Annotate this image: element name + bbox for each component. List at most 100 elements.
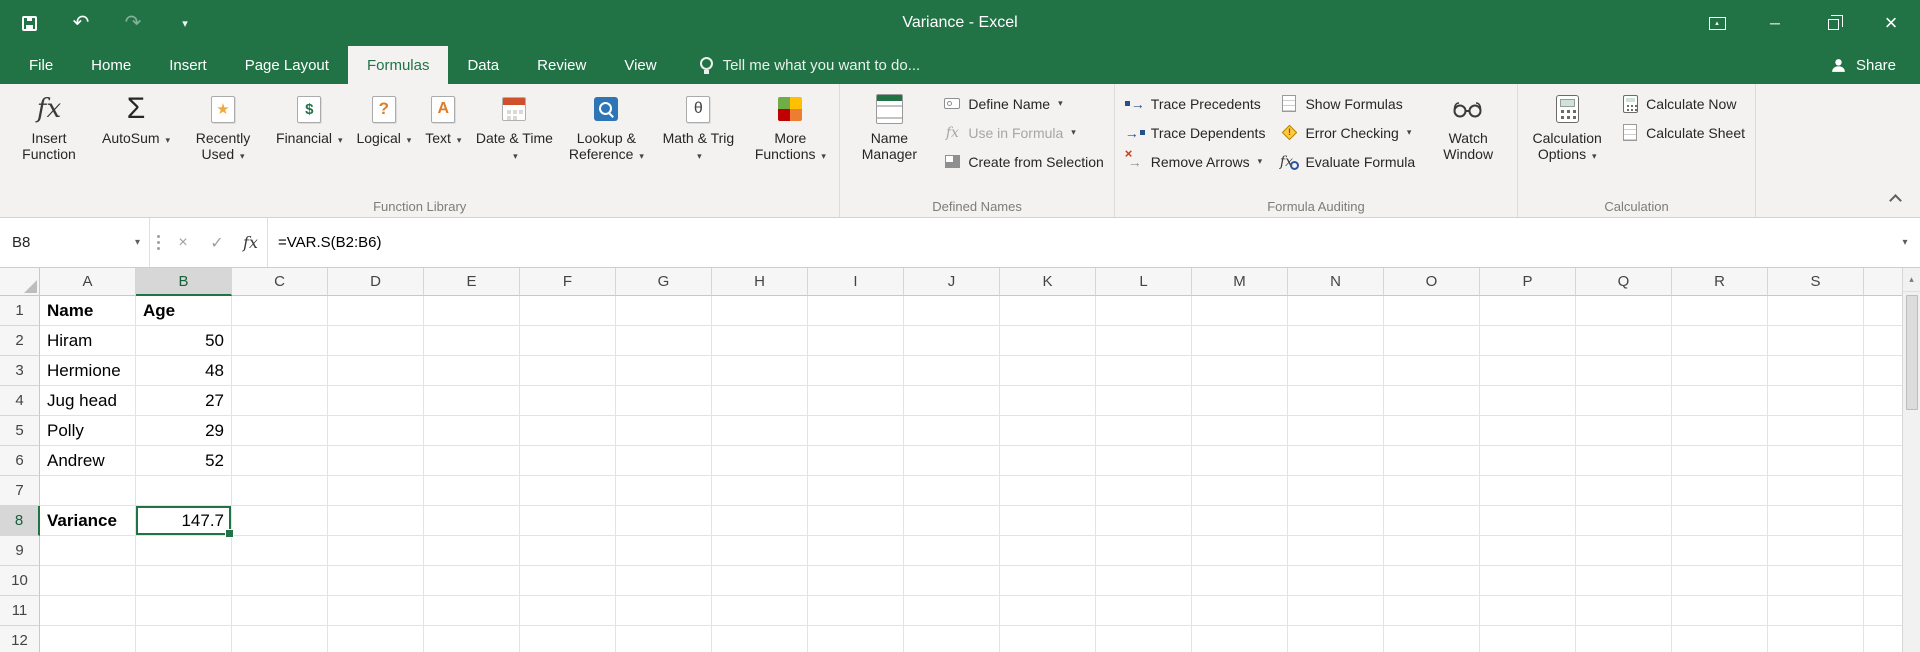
tab-view[interactable]: View — [605, 46, 675, 84]
dropdown-arrow-icon[interactable]: ▾ — [513, 151, 518, 161]
cell-M3[interactable] — [1192, 356, 1288, 386]
row-header-1[interactable]: 1 — [0, 296, 40, 326]
cell-M8[interactable] — [1192, 506, 1288, 536]
cell-P1[interactable] — [1480, 296, 1576, 326]
cell-M5[interactable] — [1192, 416, 1288, 446]
cell-O4[interactable] — [1384, 386, 1480, 416]
name-box[interactable]: B8 ▾ — [0, 218, 150, 267]
row-header-2[interactable]: 2 — [0, 326, 40, 356]
row-header-4[interactable]: 4 — [0, 386, 40, 416]
undo-button[interactable]: ↶ — [68, 9, 94, 37]
cell-C12[interactable] — [232, 626, 328, 652]
column-header-K[interactable]: K — [1000, 268, 1096, 296]
cell-N11[interactable] — [1288, 596, 1384, 626]
customize-quick-access-button[interactable]: ▾ — [172, 9, 198, 37]
cell-A10[interactable] — [40, 566, 136, 596]
cell-N2[interactable] — [1288, 326, 1384, 356]
close-button[interactable]: × — [1862, 0, 1920, 46]
row-header-10[interactable]: 10 — [0, 566, 40, 596]
cell-G2[interactable] — [616, 326, 712, 356]
cell-J1[interactable] — [904, 296, 1000, 326]
cell-H1[interactable] — [712, 296, 808, 326]
cell-M12[interactable] — [1192, 626, 1288, 652]
cell-P6[interactable] — [1480, 446, 1576, 476]
dropdown-arrow-icon[interactable]: ▾ — [1592, 151, 1597, 161]
cell-K9[interactable] — [1000, 536, 1096, 566]
cell-C8[interactable] — [232, 506, 328, 536]
cell-R11[interactable] — [1672, 596, 1768, 626]
cell-H8[interactable] — [712, 506, 808, 536]
cell-I12[interactable] — [808, 626, 904, 652]
cell-S8[interactable] — [1768, 506, 1864, 536]
vertical-scrollbar[interactable]: ▴ — [1902, 268, 1920, 652]
cell-O8[interactable] — [1384, 506, 1480, 536]
column-header-A[interactable]: A — [40, 268, 136, 296]
cell-B2[interactable]: 50 — [136, 326, 232, 356]
cell-E3[interactable] — [424, 356, 520, 386]
cell-K12[interactable] — [1000, 626, 1096, 652]
row-header-9[interactable]: 9 — [0, 536, 40, 566]
cell-F10[interactable] — [520, 566, 616, 596]
cell-M2[interactable] — [1192, 326, 1288, 356]
cell-F11[interactable] — [520, 596, 616, 626]
cell-S12[interactable] — [1768, 626, 1864, 652]
cell-F9[interactable] — [520, 536, 616, 566]
calculate-now-button[interactable]: Calculate Now — [1613, 89, 1752, 118]
cell-B4[interactable]: 27 — [136, 386, 232, 416]
cell-O7[interactable] — [1384, 476, 1480, 506]
calculation-options-button[interactable]: Calculation Options ▾ — [1521, 86, 1613, 196]
cancel-button[interactable]: × — [166, 218, 200, 267]
logical-button[interactable]: ? Logical ▾ — [349, 86, 418, 196]
formula-bar-drag-handle[interactable] — [150, 218, 166, 267]
cell-I8[interactable] — [808, 506, 904, 536]
dropdown-arrow-icon[interactable]: ▾ — [1058, 98, 1063, 109]
cell-C9[interactable] — [232, 536, 328, 566]
collapse-ribbon-button[interactable] — [1889, 194, 1902, 207]
cell-G8[interactable] — [616, 506, 712, 536]
cell-E7[interactable] — [424, 476, 520, 506]
cell-F4[interactable] — [520, 386, 616, 416]
dropdown-arrow-icon[interactable]: ▾ — [457, 135, 462, 145]
trace-dependents-button[interactable]: → Trace Dependents — [1118, 118, 1273, 147]
cell-H2[interactable] — [712, 326, 808, 356]
cell-D11[interactable] — [328, 596, 424, 626]
dropdown-arrow-icon[interactable]: ▾ — [165, 135, 170, 145]
cell-H5[interactable] — [712, 416, 808, 446]
cell-S6[interactable] — [1768, 446, 1864, 476]
cell-J3[interactable] — [904, 356, 1000, 386]
cell-G5[interactable] — [616, 416, 712, 446]
row-header-11[interactable]: 11 — [0, 596, 40, 626]
cell-R9[interactable] — [1672, 536, 1768, 566]
cell-G7[interactable] — [616, 476, 712, 506]
cell-P9[interactable] — [1480, 536, 1576, 566]
math-trig-button[interactable]: θ Math & Trig ▾ — [652, 86, 744, 196]
cell-J10[interactable] — [904, 566, 1000, 596]
cell-C11[interactable] — [232, 596, 328, 626]
cell-I1[interactable] — [808, 296, 904, 326]
cell-L2[interactable] — [1096, 326, 1192, 356]
cell-K8[interactable] — [1000, 506, 1096, 536]
cell-J8[interactable] — [904, 506, 1000, 536]
tell-me-box[interactable]: Tell me what you want to do... — [699, 46, 920, 84]
tab-review[interactable]: Review — [518, 46, 605, 84]
cell-K3[interactable] — [1000, 356, 1096, 386]
cell-L9[interactable] — [1096, 536, 1192, 566]
cell-O11[interactable] — [1384, 596, 1480, 626]
evaluate-formula-button[interactable]: fx Evaluate Formula — [1272, 147, 1422, 176]
minimize-button[interactable]: ─ — [1746, 0, 1804, 46]
cell-L10[interactable] — [1096, 566, 1192, 596]
cell-F3[interactable] — [520, 356, 616, 386]
row-header-7[interactable]: 7 — [0, 476, 40, 506]
cell-Q10[interactable] — [1576, 566, 1672, 596]
cell-F8[interactable] — [520, 506, 616, 536]
cell-B3[interactable]: 48 — [136, 356, 232, 386]
cell-G4[interactable] — [616, 386, 712, 416]
column-header-B[interactable]: B — [136, 268, 232, 296]
cell-P2[interactable] — [1480, 326, 1576, 356]
cell-R8[interactable] — [1672, 506, 1768, 536]
cell-M10[interactable] — [1192, 566, 1288, 596]
enter-button[interactable]: ✓ — [200, 218, 234, 267]
recently-used-button[interactable]: ★ Recently Used ▾ — [177, 86, 269, 196]
cell-D7[interactable] — [328, 476, 424, 506]
cell-P4[interactable] — [1480, 386, 1576, 416]
